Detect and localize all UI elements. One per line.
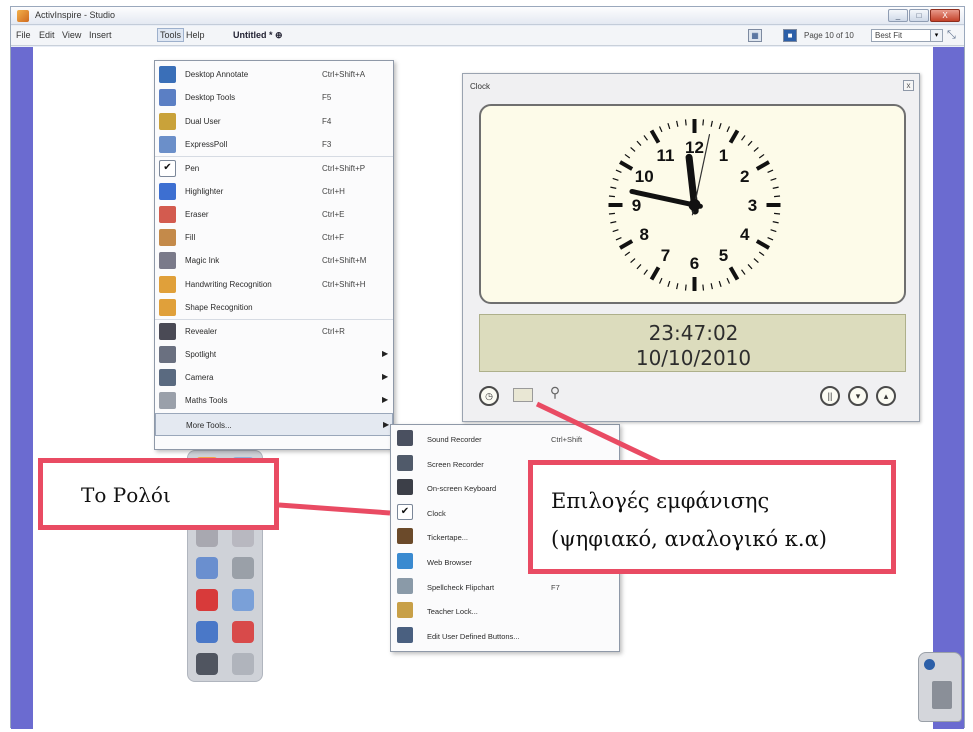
screenshot-stage: ActivInspire - Studio _ □ X File Edit Vi… <box>0 0 973 732</box>
options-callout-line1: Επιλογές εμφάνισης <box>551 489 770 513</box>
clock-callout: Το Ρολόι <box>38 458 279 530</box>
clock-callout-label: Το Ρολόι <box>81 483 171 507</box>
info-icon <box>924 659 935 670</box>
bin-icon <box>932 681 952 709</box>
annotation-pointers <box>278 401 667 516</box>
options-callout-line2: (ψηφιακό, αναλογικό κ.α) <box>551 527 827 551</box>
clock-pointer-line <box>278 502 391 516</box>
trash-icon[interactable] <box>918 652 962 722</box>
display-options-callout: Επιλογές εμφάνισης (ψηφιακό, αναλογικό κ… <box>528 460 896 574</box>
options-pointer-line <box>535 401 667 468</box>
